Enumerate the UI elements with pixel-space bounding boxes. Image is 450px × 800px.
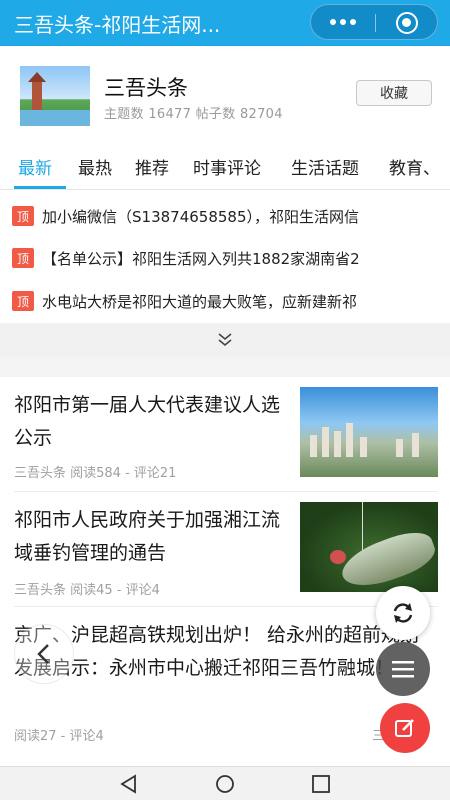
nav-back-icon[interactable] <box>118 773 140 795</box>
pinned-post-title: 水电站大桥是祁阳大道的最大败笔，应新建新祁 <box>42 293 358 311</box>
tab-current-affairs[interactable]: 时事评论 <box>193 154 261 179</box>
nav-recents-icon[interactable] <box>310 773 332 795</box>
miniprogram-capsule <box>310 4 438 40</box>
article-meta: 三吾头条 阅读584 - 评论21 <box>14 466 177 481</box>
article-thumbnail <box>300 387 438 477</box>
article-meta: 阅读27 - 评论4 <box>14 729 104 744</box>
tab-hottest[interactable]: 最热 <box>78 154 112 179</box>
pinned-post[interactable]: 顶 【名单公示】祁阳生活网入列共1882家湖南省2 <box>0 240 450 275</box>
edit-icon <box>395 719 414 737</box>
chevron-left-icon <box>37 644 49 664</box>
tab-recommend[interactable]: 推荐 <box>135 154 169 179</box>
pinned-post[interactable]: 顶 加小编微信（S13874658585），祁阳生活网信 <box>0 198 450 233</box>
forum-header: 三吾头条 主题数 16477 帖子数 82704 收藏 <box>0 46 450 142</box>
menu-icon <box>392 661 414 678</box>
close-miniprogram-button[interactable] <box>396 12 418 34</box>
pinned-badge: 顶 <box>12 291 34 311</box>
article-thumbnail <box>300 502 438 592</box>
refresh-icon <box>393 603 413 623</box>
active-tab-indicator <box>14 186 66 189</box>
system-navigation-bar <box>0 766 450 800</box>
favorite-button[interactable]: 收藏 <box>356 80 432 106</box>
forum-stats: 主题数 16477 帖子数 82704 <box>104 107 283 122</box>
more-options-button[interactable] <box>311 5 375 39</box>
forum-logo <box>20 66 90 126</box>
refresh-button[interactable] <box>376 586 430 640</box>
article-title: 祁阳市人民政府关于加强湘江流域垂钓管理的通告 <box>14 509 281 564</box>
tab-life-topics[interactable]: 生活话题 <box>291 154 359 179</box>
expand-pinned-button[interactable] <box>0 323 450 357</box>
pinned-post-title: 加小编微信（S13874658585），祁阳生活网信 <box>42 208 360 226</box>
forum-name: 三吾头条 <box>104 76 188 100</box>
nav-home-icon[interactable] <box>214 773 236 795</box>
tab-latest[interactable]: 最新 <box>18 154 52 179</box>
article-item[interactable]: 祁阳市人民政府关于加强湘江流域垂钓管理的通告 三吾头条 阅读45 - 评论4 <box>0 492 450 607</box>
menu-button[interactable] <box>376 642 430 696</box>
app-title-bar: 三吾头条-祁阳生活网... <box>0 0 450 46</box>
category-tabs: 最新 最热 推荐 时事评论 生活话题 教育、 <box>0 142 450 190</box>
chevron-double-down-icon <box>218 333 232 347</box>
page-title: 三吾头条-祁阳生活网... <box>14 13 221 37</box>
compose-post-button[interactable] <box>380 703 430 753</box>
article-meta: 三吾头条 阅读45 - 评论4 <box>14 583 160 598</box>
pinned-post-title: 【名单公示】祁阳生活网入列共1882家湖南省2 <box>42 250 360 268</box>
article-item[interactable]: 祁阳市第一届人大代表建议人选公示 三吾头条 阅读584 - 评论21 <box>0 377 450 492</box>
article-title: 祁阳市第一届人大代表建议人选公示 <box>14 394 281 449</box>
back-button[interactable] <box>14 624 74 684</box>
article-title: 京广、沪昆超高铁规划出炉！ 给永州的超前规划发展启示：永州市中心搬迁祁阳三吾竹融… <box>14 624 420 679</box>
pinned-badge: 顶 <box>12 206 34 226</box>
pinned-post[interactable]: 顶 水电站大桥是祁阳大道的最大败笔，应新建新祁 <box>0 283 450 318</box>
tab-education[interactable]: 教育、 <box>389 154 440 179</box>
pinned-badge: 顶 <box>12 248 34 268</box>
